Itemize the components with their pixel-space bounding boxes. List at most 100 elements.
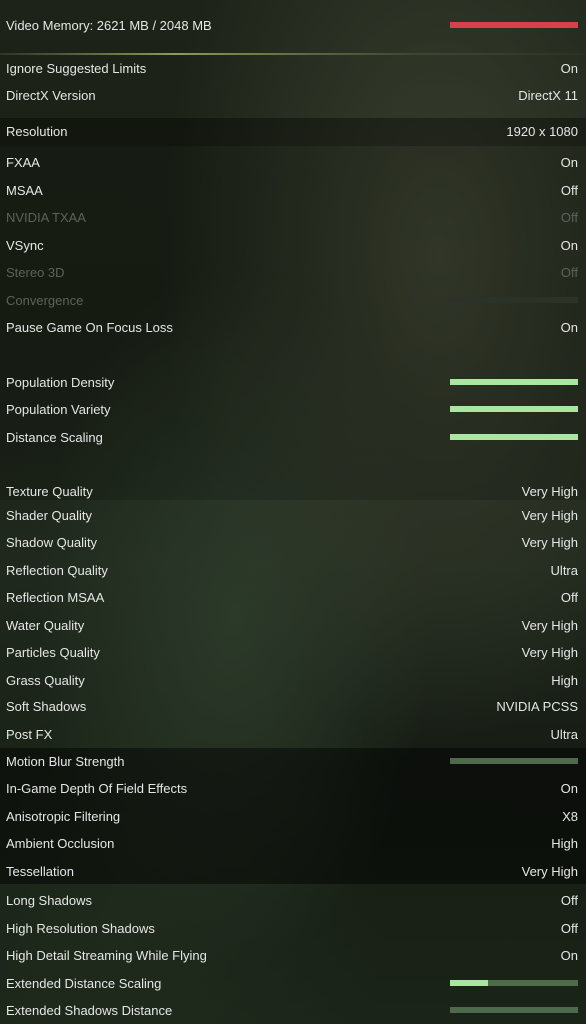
setting-value[interactable]: NVIDIA PCSS bbox=[496, 699, 578, 714]
setting-extended-distance-scaling[interactable]: Extended Distance Scaling bbox=[0, 970, 586, 996]
setting-value[interactable]: High bbox=[551, 673, 578, 688]
setting-convergence: Convergence bbox=[0, 287, 586, 313]
setting-label: Texture Quality bbox=[6, 483, 93, 499]
setting-label: Shadow Quality bbox=[6, 534, 98, 550]
setting-label: Extended Shadows Distance bbox=[6, 1002, 173, 1018]
setting-value[interactable]: Very High bbox=[522, 864, 578, 879]
setting-motion-blur-strength[interactable]: Motion Blur Strength bbox=[0, 748, 586, 774]
setting-population-density[interactable]: Population Density bbox=[0, 369, 586, 395]
setting-value[interactable]: Off bbox=[561, 921, 578, 936]
setting-label: Extended Distance Scaling bbox=[6, 975, 162, 991]
setting-ignore-suggested-limits[interactable]: Ignore Suggested Limits On bbox=[0, 55, 586, 81]
setting-slider[interactable] bbox=[450, 434, 578, 440]
setting-stereo-3d: Stereo 3D Off bbox=[0, 259, 586, 285]
setting-label: Pause Game On Focus Loss bbox=[6, 319, 173, 335]
setting-label: Ignore Suggested Limits bbox=[6, 60, 147, 76]
setting-value[interactable]: Very High bbox=[522, 508, 578, 523]
setting-value[interactable]: Ultra bbox=[551, 563, 578, 578]
setting-value[interactable]: On bbox=[561, 238, 578, 253]
video-memory-label: Video Memory: 2621 MB / 2048 MB bbox=[6, 17, 212, 33]
setting-label: Reflection MSAA bbox=[6, 589, 105, 605]
setting-reflection-quality[interactable]: Reflection Quality Ultra bbox=[0, 557, 586, 583]
setting-label: Long Shadows bbox=[6, 892, 93, 908]
setting-slider[interactable] bbox=[450, 379, 578, 385]
setting-value[interactable]: On bbox=[561, 320, 578, 335]
setting-value[interactable]: On bbox=[561, 155, 578, 170]
setting-ambient-occlusion[interactable]: Ambient Occlusion High bbox=[0, 830, 586, 856]
setting-label: Reflection Quality bbox=[6, 562, 108, 578]
setting-value[interactable]: Very High bbox=[522, 535, 578, 550]
setting-high-resolution-shadows[interactable]: High Resolution Shadows Off bbox=[0, 915, 586, 941]
setting-value[interactable]: Off bbox=[561, 590, 578, 605]
setting-msaa[interactable]: MSAA Off bbox=[0, 177, 586, 203]
slider-fill bbox=[450, 434, 578, 440]
setting-label: DirectX Version bbox=[6, 87, 96, 103]
setting-high-detail-streaming-while-flying[interactable]: High Detail Streaming While Flying On bbox=[0, 942, 586, 968]
setting-resolution[interactable]: Resolution 1920 x 1080 bbox=[0, 118, 586, 144]
setting-slider[interactable] bbox=[450, 406, 578, 412]
setting-value[interactable]: High bbox=[551, 836, 578, 851]
slider-fill bbox=[450, 980, 489, 986]
setting-slider[interactable] bbox=[450, 980, 578, 986]
setting-value[interactable]: Very High bbox=[522, 484, 578, 499]
setting-label: NVIDIA TXAA bbox=[6, 209, 86, 225]
setting-value[interactable]: On bbox=[561, 61, 578, 76]
setting-slider bbox=[450, 297, 578, 303]
setting-value[interactable]: Off bbox=[561, 893, 578, 908]
setting-label: In-Game Depth Of Field Effects bbox=[6, 780, 188, 796]
setting-shadow-quality[interactable]: Shadow Quality Very High bbox=[0, 529, 586, 555]
setting-population-variety[interactable]: Population Variety bbox=[0, 396, 586, 422]
setting-anisotropic-filtering[interactable]: Anisotropic Filtering X8 bbox=[0, 803, 586, 829]
setting-post-fx[interactable]: Post FX Ultra bbox=[0, 721, 586, 747]
setting-in-game-depth-of-field-effects[interactable]: In-Game Depth Of Field Effects On bbox=[0, 775, 586, 801]
setting-value[interactable]: Very High bbox=[522, 618, 578, 633]
setting-value[interactable]: Ultra bbox=[551, 727, 578, 742]
setting-value[interactable]: On bbox=[561, 948, 578, 963]
setting-label: Ambient Occlusion bbox=[6, 835, 115, 851]
setting-value[interactable]: 1920 x 1080 bbox=[506, 124, 578, 139]
setting-label: MSAA bbox=[6, 182, 43, 198]
setting-directx-version[interactable]: DirectX Version DirectX 11 bbox=[0, 82, 586, 108]
setting-label: High Resolution Shadows bbox=[6, 920, 155, 936]
setting-shader-quality[interactable]: Shader Quality Very High bbox=[0, 502, 586, 528]
setting-pause-game-on-focus-loss[interactable]: Pause Game On Focus Loss On bbox=[0, 314, 586, 340]
setting-slider[interactable] bbox=[450, 1007, 578, 1013]
setting-label: FXAA bbox=[6, 154, 40, 170]
setting-label: High Detail Streaming While Flying bbox=[6, 947, 207, 963]
setting-value[interactable]: Very High bbox=[522, 645, 578, 660]
setting-vsync[interactable]: VSync On bbox=[0, 232, 586, 258]
slider-fill bbox=[450, 406, 578, 412]
setting-grass-quality[interactable]: Grass Quality High bbox=[0, 667, 586, 693]
setting-reflection-msaa[interactable]: Reflection MSAA Off bbox=[0, 584, 586, 610]
setting-extended-shadows-distance[interactable]: Extended Shadows Distance bbox=[0, 997, 586, 1023]
setting-value[interactable]: Off bbox=[561, 183, 578, 198]
setting-label: Stereo 3D bbox=[6, 264, 65, 280]
setting-label: Post FX bbox=[6, 726, 53, 742]
setting-distance-scaling[interactable]: Distance Scaling bbox=[0, 424, 586, 450]
setting-label: Resolution bbox=[6, 123, 68, 139]
setting-label: VSync bbox=[6, 237, 44, 253]
slider-fill bbox=[450, 379, 578, 385]
setting-soft-shadows[interactable]: Soft Shadows NVIDIA PCSS bbox=[0, 693, 586, 719]
video-memory-bar bbox=[450, 22, 578, 28]
setting-fxaa[interactable]: FXAA On bbox=[0, 149, 586, 175]
setting-label: Anisotropic Filtering bbox=[6, 808, 121, 824]
setting-nvidia-txaa: NVIDIA TXAA Off bbox=[0, 204, 586, 230]
setting-label: Soft Shadows bbox=[6, 698, 87, 714]
setting-value[interactable]: X8 bbox=[562, 809, 578, 824]
setting-value[interactable]: DirectX 11 bbox=[518, 88, 578, 103]
setting-label: Water Quality bbox=[6, 617, 85, 633]
setting-label: Distance Scaling bbox=[6, 429, 103, 445]
setting-texture-quality[interactable]: Texture Quality Very High bbox=[0, 478, 586, 504]
setting-slider[interactable] bbox=[450, 758, 578, 764]
setting-value: Off bbox=[560, 209, 578, 225]
setting-value[interactable]: On bbox=[561, 781, 578, 796]
setting-label: Motion Blur Strength bbox=[6, 753, 125, 769]
setting-long-shadows[interactable]: Long Shadows Off bbox=[0, 887, 586, 913]
setting-particles-quality[interactable]: Particles Quality Very High bbox=[0, 639, 586, 665]
setting-label: Shader Quality bbox=[6, 507, 92, 523]
setting-label: Population Density bbox=[6, 374, 115, 390]
setting-tessellation[interactable]: Tessellation Very High bbox=[0, 858, 586, 884]
setting-water-quality[interactable]: Water Quality Very High bbox=[0, 612, 586, 638]
video-memory-header: Video Memory: 2621 MB / 2048 MB bbox=[0, 12, 586, 38]
